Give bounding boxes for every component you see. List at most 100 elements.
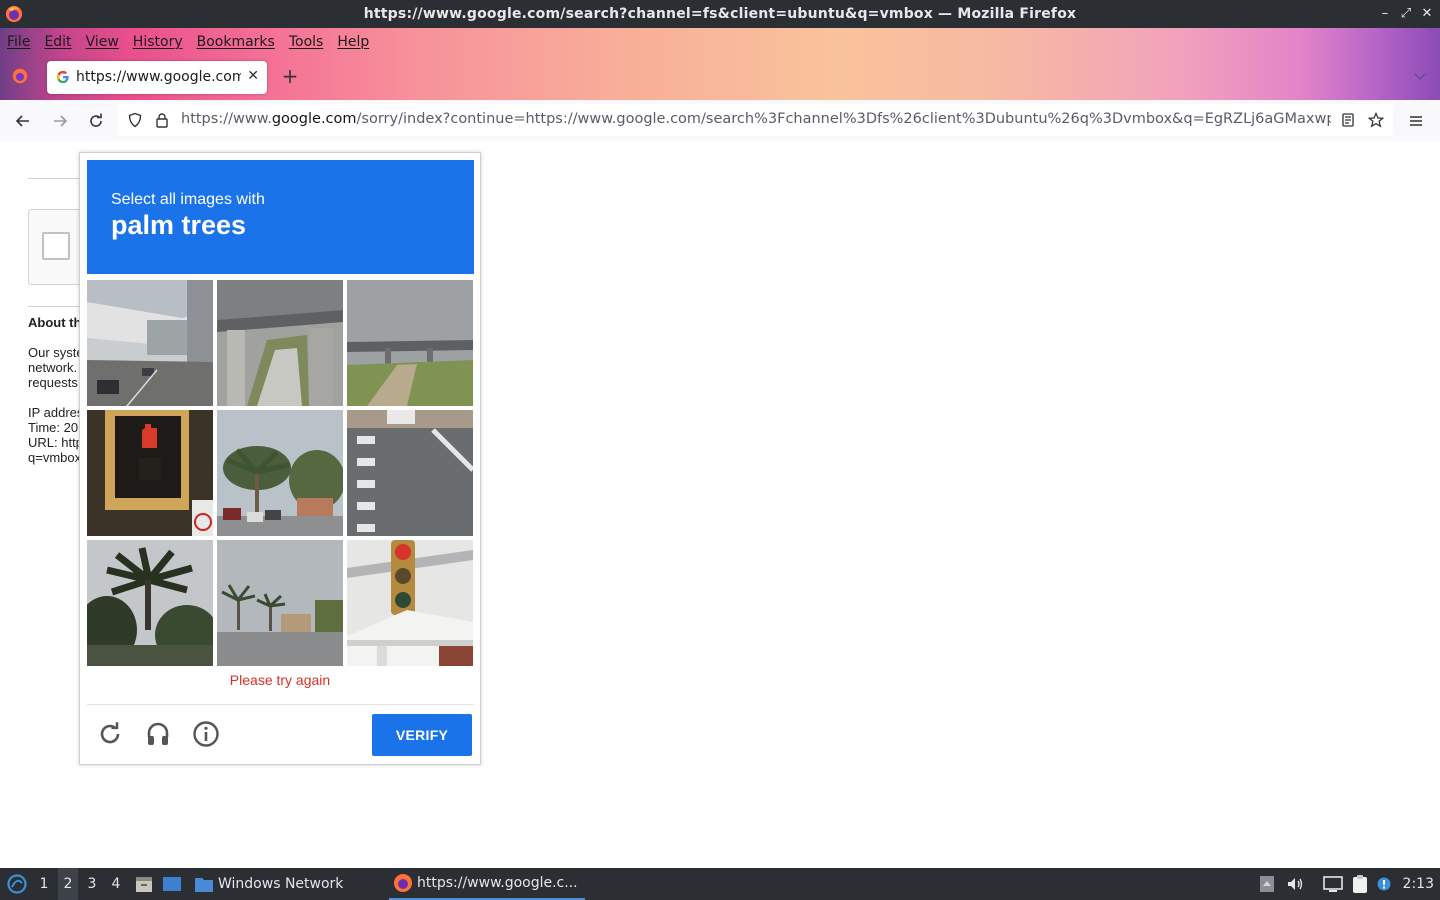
captcha-tile-8[interactable]: [217, 540, 343, 666]
taskbar-app-firefox[interactable]: https://www.google.c...: [389, 868, 585, 900]
about-heading: About this page: [28, 315, 80, 330]
tracking-shield-icon[interactable]: [127, 112, 143, 128]
start-menu-button[interactable]: [4, 868, 30, 900]
captcha-divider: [87, 704, 474, 705]
firefox-view-icon[interactable]: [11, 67, 29, 85]
palm-trees-street-houses-image: [217, 540, 343, 666]
back-button[interactable]: [11, 109, 35, 133]
traffic-light-building-image: [347, 540, 473, 666]
reader-view-icon[interactable]: [1340, 112, 1356, 128]
google-favicon-icon: [56, 70, 69, 84]
pedestrian-signal-hand-image: [87, 410, 213, 536]
firefox-icon: [394, 874, 412, 892]
url-line-continued: q=vmbox: [28, 450, 80, 465]
audio-challenge-icon[interactable]: [144, 720, 172, 748]
lock-icon[interactable]: [154, 112, 170, 128]
network-monitor-icon: [1323, 876, 1343, 892]
arrow-left-icon: [15, 115, 29, 127]
menu-edit[interactable]: Edit: [44, 34, 71, 50]
hamburger-menu-icon: [1410, 116, 1422, 126]
workspace-1[interactable]: 1: [34, 868, 54, 900]
window-titlebar: https://www.google.com/search?channel=fs…: [0, 0, 1440, 28]
recaptcha-checkbox[interactable]: [42, 232, 70, 260]
minimize-button[interactable]: –: [1376, 4, 1394, 24]
page-content: About this page Our systems have detecte…: [0, 141, 1440, 868]
captcha-tile-5[interactable]: [217, 410, 343, 536]
workspace-2[interactable]: 2: [58, 868, 78, 900]
captcha-tile-1[interactable]: [87, 280, 213, 406]
reload-challenge-icon[interactable]: [96, 720, 124, 748]
captcha-tile-7[interactable]: [87, 540, 213, 666]
url-line: URL: https://www.google.com/search?chann…: [28, 435, 80, 450]
bookmark-star-icon[interactable]: [1368, 112, 1384, 128]
workspace-3[interactable]: 3: [82, 868, 102, 900]
url-text[interactable]: https://www.google.com/sorry/index?conti…: [181, 111, 1331, 127]
captcha-tile-2[interactable]: [217, 280, 343, 406]
palm-trees-street-image: [217, 410, 343, 536]
forward-button[interactable]: [48, 109, 72, 133]
menu-history[interactable]: History: [133, 34, 183, 50]
captcha-instruction: Select all images with: [111, 191, 265, 208]
new-tab-button[interactable]: +: [279, 65, 301, 87]
menu-bookmarks[interactable]: Bookmarks: [197, 34, 275, 50]
captcha-challenge-dialog: Select all images with palm trees Please…: [79, 152, 481, 765]
tray-item-updates[interactable]: [1259, 868, 1277, 900]
captcha-error-message: Please try again: [229, 672, 331, 688]
taskbar-app-windows-network[interactable]: Windows Network: [194, 868, 343, 900]
building-overpass-road-image: [87, 280, 213, 406]
captcha-tile-9[interactable]: [347, 540, 473, 666]
browser-chrome: File Edit View History Bookmarks Tools H…: [0, 28, 1440, 141]
tab-title: https://www.google.com: [76, 69, 241, 85]
tab-close-button[interactable]: ✕: [247, 68, 259, 84]
window-title: https://www.google.com/search?channel=fs…: [363, 6, 1077, 22]
address-bar[interactable]: https://www.google.com/sorry/index?conti…: [118, 104, 1393, 136]
clipboard-icon: [1353, 875, 1367, 893]
tab-strip: https://www.google.com ✕ +: [0, 58, 1440, 96]
taskbar-app-label: Windows Network: [218, 876, 344, 892]
about-text-line: requests, and not a robot.: [28, 375, 80, 390]
file-cabinet-icon: [136, 877, 152, 892]
ip-address-line: IP address:: [28, 405, 80, 420]
app-menu-button[interactable]: [1404, 109, 1428, 133]
show-desktop-button[interactable]: [162, 868, 184, 900]
clock[interactable]: 2:13: [1403, 876, 1434, 892]
captcha-tile-6[interactable]: [347, 410, 473, 536]
info-notification-icon: [1377, 877, 1391, 891]
reload-button[interactable]: [84, 109, 108, 133]
update-notifier-icon: [1260, 876, 1274, 892]
close-window-button[interactable]: ✕: [1418, 4, 1436, 24]
overpass-path-grass-image: [347, 280, 473, 406]
workspace-4[interactable]: 4: [106, 868, 126, 900]
captcha-tile-3[interactable]: [347, 280, 473, 406]
arrow-right-icon: [54, 115, 68, 127]
crosswalk-road-image: [347, 410, 473, 536]
volume-control[interactable]: [1286, 868, 1306, 900]
url-domain: google.com: [271, 111, 357, 127]
clipboard-manager[interactable]: [1351, 868, 1371, 900]
list-all-tabs-icon[interactable]: [1412, 68, 1428, 84]
about-text-line: network. This page checks to see if it's…: [28, 360, 80, 375]
url-suffix: /sorry/index?continue=https://www.google…: [356, 111, 1331, 127]
menu-tools[interactable]: Tools: [289, 34, 324, 50]
tab-google[interactable]: https://www.google.com ✕: [47, 61, 267, 94]
folder-icon: [195, 878, 213, 892]
url-prefix: https://www.: [181, 111, 272, 127]
info-icon[interactable]: [192, 720, 220, 748]
notification-indicator[interactable]: [1377, 868, 1393, 900]
reload-icon: [90, 113, 102, 127]
menu-help[interactable]: Help: [337, 34, 369, 50]
taskbar: 1 2 3 4 Windows Network https://www.goog…: [0, 868, 1440, 900]
verify-button[interactable]: VERIFY: [372, 714, 472, 756]
network-indicator[interactable]: [1323, 868, 1345, 900]
palm-tree-dark-image: [87, 540, 213, 666]
captcha-image-grid: [87, 280, 474, 667]
captcha-tile-4[interactable]: [87, 410, 213, 536]
file-manager-launcher[interactable]: [134, 868, 154, 900]
menubar: File Edit View History Bookmarks Tools H…: [0, 28, 383, 56]
highway-overpass-underside-image: [217, 280, 343, 406]
menu-file[interactable]: File: [7, 34, 30, 50]
captcha-header: Select all images with palm trees: [87, 160, 474, 274]
maximize-button[interactable]: ⤢: [1397, 4, 1415, 24]
speaker-icon: [1288, 878, 1303, 890]
menu-view[interactable]: View: [86, 34, 119, 50]
